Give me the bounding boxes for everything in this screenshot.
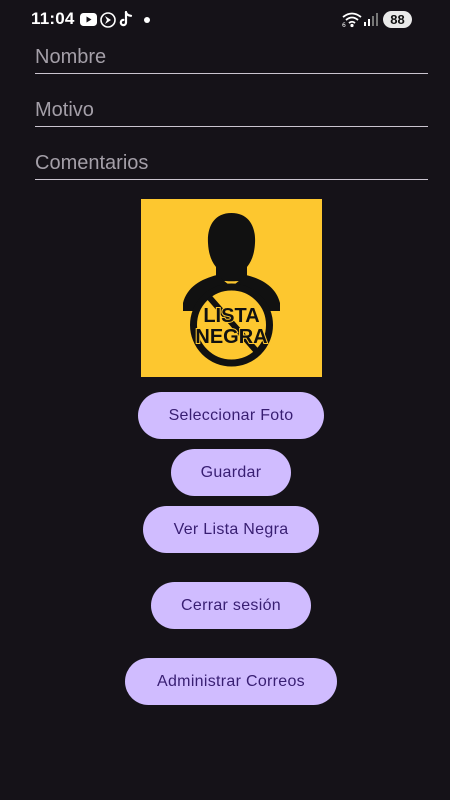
notification-dot-icon <box>144 17 150 23</box>
status-bar: 11:04 6 88 <box>0 0 450 40</box>
motivo-input[interactable] <box>35 93 428 126</box>
logout-button[interactable]: Cerrar sesión <box>151 582 311 629</box>
save-button[interactable]: Guardar <box>171 449 291 496</box>
signal-icon <box>363 12 379 27</box>
battery-indicator: 88 <box>383 11 412 28</box>
manage-emails-button[interactable]: Administrar Correos <box>125 658 337 705</box>
person-silhouette-icon: LISTA NEGRA <box>141 199 322 377</box>
photo-text-line2: NEGRA <box>195 326 267 348</box>
motivo-field-container <box>35 93 428 127</box>
nombre-input[interactable] <box>35 40 428 73</box>
photo-text-line1: LISTA <box>203 305 259 327</box>
svg-text:6: 6 <box>342 22 346 28</box>
nombre-field-container <box>35 40 428 74</box>
status-time: 11:04 <box>31 9 75 28</box>
select-photo-button[interactable]: Seleccionar Foto <box>138 392 324 439</box>
blacklist-photo: LISTA NEGRA <box>141 199 322 377</box>
wifi-icon: 6 <box>342 11 362 29</box>
view-blacklist-button[interactable]: Ver Lista Negra <box>143 506 319 553</box>
youtube-icon <box>80 13 97 26</box>
tiktok-icon <box>119 10 133 28</box>
comentarios-field-container <box>35 146 428 180</box>
system-icons: 6 88 <box>342 11 432 29</box>
navigation-icon <box>100 12 116 28</box>
comentarios-input[interactable] <box>35 146 428 179</box>
